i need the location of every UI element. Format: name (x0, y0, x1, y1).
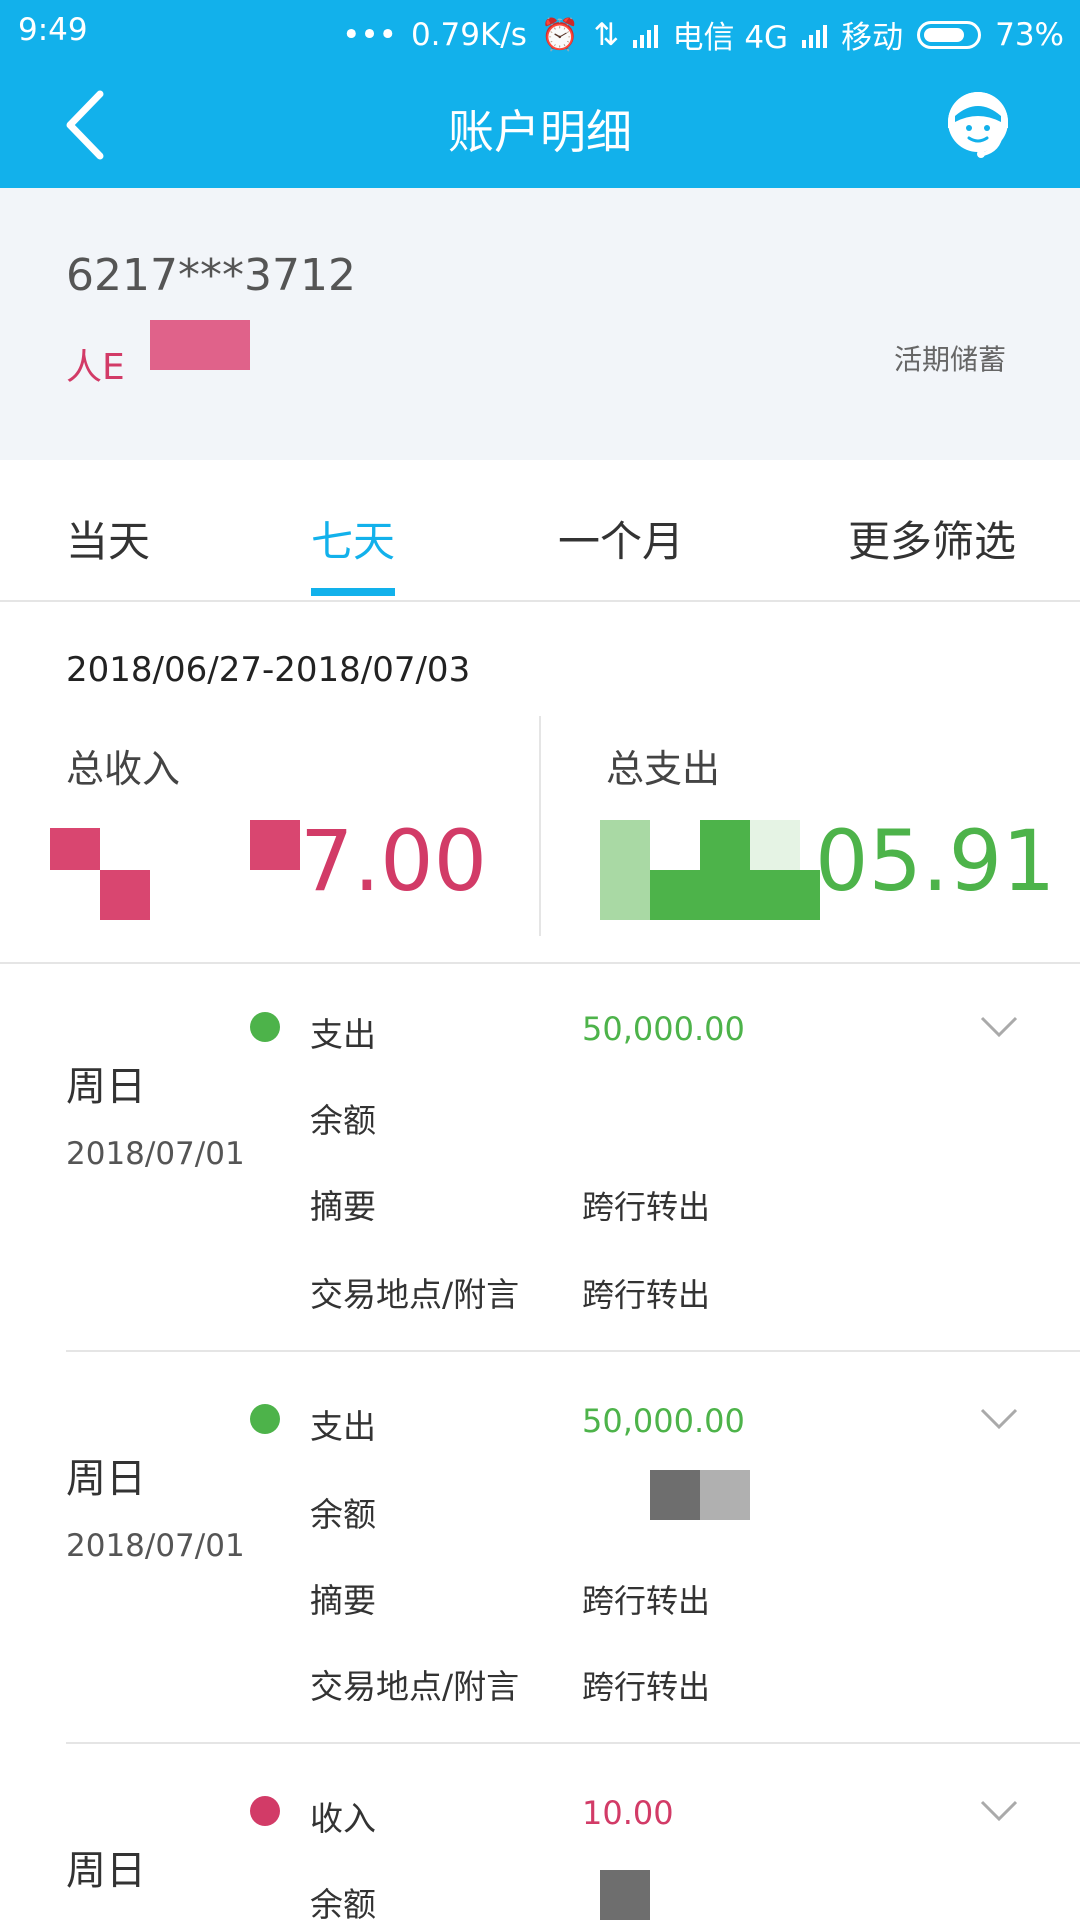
transaction-date: 2018/07/01 (66, 1528, 245, 1564)
account-currency: 人E (66, 347, 125, 388)
redaction-mosaic (600, 820, 650, 920)
summary-divider (539, 716, 541, 936)
expense-dot-icon (250, 1012, 280, 1042)
chevron-down-icon[interactable] (980, 1408, 1018, 1430)
signal-icon (633, 22, 659, 48)
battery-icon (917, 20, 982, 49)
transaction-type: 支出 (310, 1407, 376, 1446)
status-time: 9:49 (18, 12, 88, 48)
carrier-2: 移动 (841, 20, 904, 56)
redaction-mosaic (600, 1870, 650, 1920)
transaction-amount: 10.00 (582, 1794, 674, 1832)
tab-today[interactable]: 当天 (66, 508, 150, 569)
section-divider (0, 962, 1080, 964)
tab-more-filters[interactable]: 更多筛选 (848, 508, 1016, 569)
expense-label: 总支出 (606, 747, 721, 791)
place-label: 交易地点/附言 (310, 1275, 520, 1314)
nav-bar: 账户明细 (0, 62, 1080, 188)
redaction-mosaic (650, 870, 700, 920)
account-type: 活期储蓄 (893, 343, 1006, 376)
alarm-icon: ⏰ (540, 17, 580, 53)
transaction-type: 收入 (310, 1799, 376, 1838)
transaction-place: 跨行转出 (582, 1276, 711, 1314)
data-transfer-icon: ⇅ (593, 16, 620, 53)
status-bar: 9:49 ••• 0.79K/s ⏰ ⇅ 电信 4G 移动 73% (0, 0, 1080, 62)
page-title: 账户明细 (448, 105, 632, 159)
tab-one-month[interactable]: 一个月 (558, 508, 684, 569)
transaction-weekday: 周日 (66, 1064, 146, 1110)
redaction-mosaic (750, 820, 800, 870)
income-dot-icon (250, 1796, 280, 1826)
redaction-mosaic (700, 1470, 750, 1520)
transaction-amount: 50,000.00 (582, 1010, 745, 1048)
transaction-place: 跨行转出 (582, 1668, 711, 1706)
redaction-mosaic (150, 320, 250, 370)
redaction-mosaic (650, 1470, 700, 1520)
transaction-summary: 跨行转出 (582, 1188, 711, 1226)
redaction-mosaic (700, 820, 750, 920)
chevron-down-icon[interactable] (980, 1016, 1018, 1038)
transaction-amount: 50,000.00 (582, 1402, 745, 1440)
active-tab-indicator (311, 588, 395, 596)
carrier-1: 电信 4G (672, 20, 789, 56)
redaction-mosaic (750, 870, 820, 920)
battery-level: 73% (995, 16, 1064, 53)
account-number: 6217***3712 (66, 250, 356, 301)
balance-label: 余额 (310, 1885, 376, 1924)
transaction-weekday: 周日 (66, 1456, 146, 1502)
income-label: 总收入 (66, 747, 181, 791)
customer-service-icon (948, 92, 1008, 158)
network-speed: 0.79K/s (410, 16, 527, 53)
date-range: 2018/06/27-2018/07/03 (66, 650, 471, 690)
signal-icon-2 (802, 22, 828, 48)
transaction-summary: 跨行转出 (582, 1582, 711, 1620)
balance-label: 余额 (310, 1495, 376, 1534)
total-income-value: 7.00 (300, 812, 488, 910)
total-expense-value: 05.91 (815, 812, 1056, 910)
transaction-type: 支出 (310, 1015, 376, 1054)
redaction-mosaic (100, 870, 150, 920)
summary-label: 摘要 (310, 1187, 376, 1226)
more-dots-icon: ••• (342, 16, 397, 53)
expense-dot-icon (250, 1404, 280, 1434)
account-panel: 6217***3712 人E 活期储蓄 (0, 188, 1080, 460)
redaction-mosaic (50, 828, 100, 870)
redaction-mosaic (250, 820, 300, 870)
transaction-date: 2018/07/01 (66, 1136, 245, 1172)
period-tabs: 当天 七天 一个月 更多筛选 (0, 460, 1080, 602)
transaction-weekday: 周日 (66, 1848, 146, 1894)
row-divider (66, 1350, 1080, 1352)
balance-label: 余额 (310, 1101, 376, 1140)
place-label: 交易地点/附言 (310, 1667, 520, 1706)
customer-service-button[interactable] (935, 82, 1021, 168)
chevron-down-icon[interactable] (980, 1800, 1018, 1822)
summary-label: 摘要 (310, 1581, 376, 1620)
row-divider (66, 1742, 1080, 1744)
tab-seven-days[interactable]: 七天 (311, 508, 395, 569)
